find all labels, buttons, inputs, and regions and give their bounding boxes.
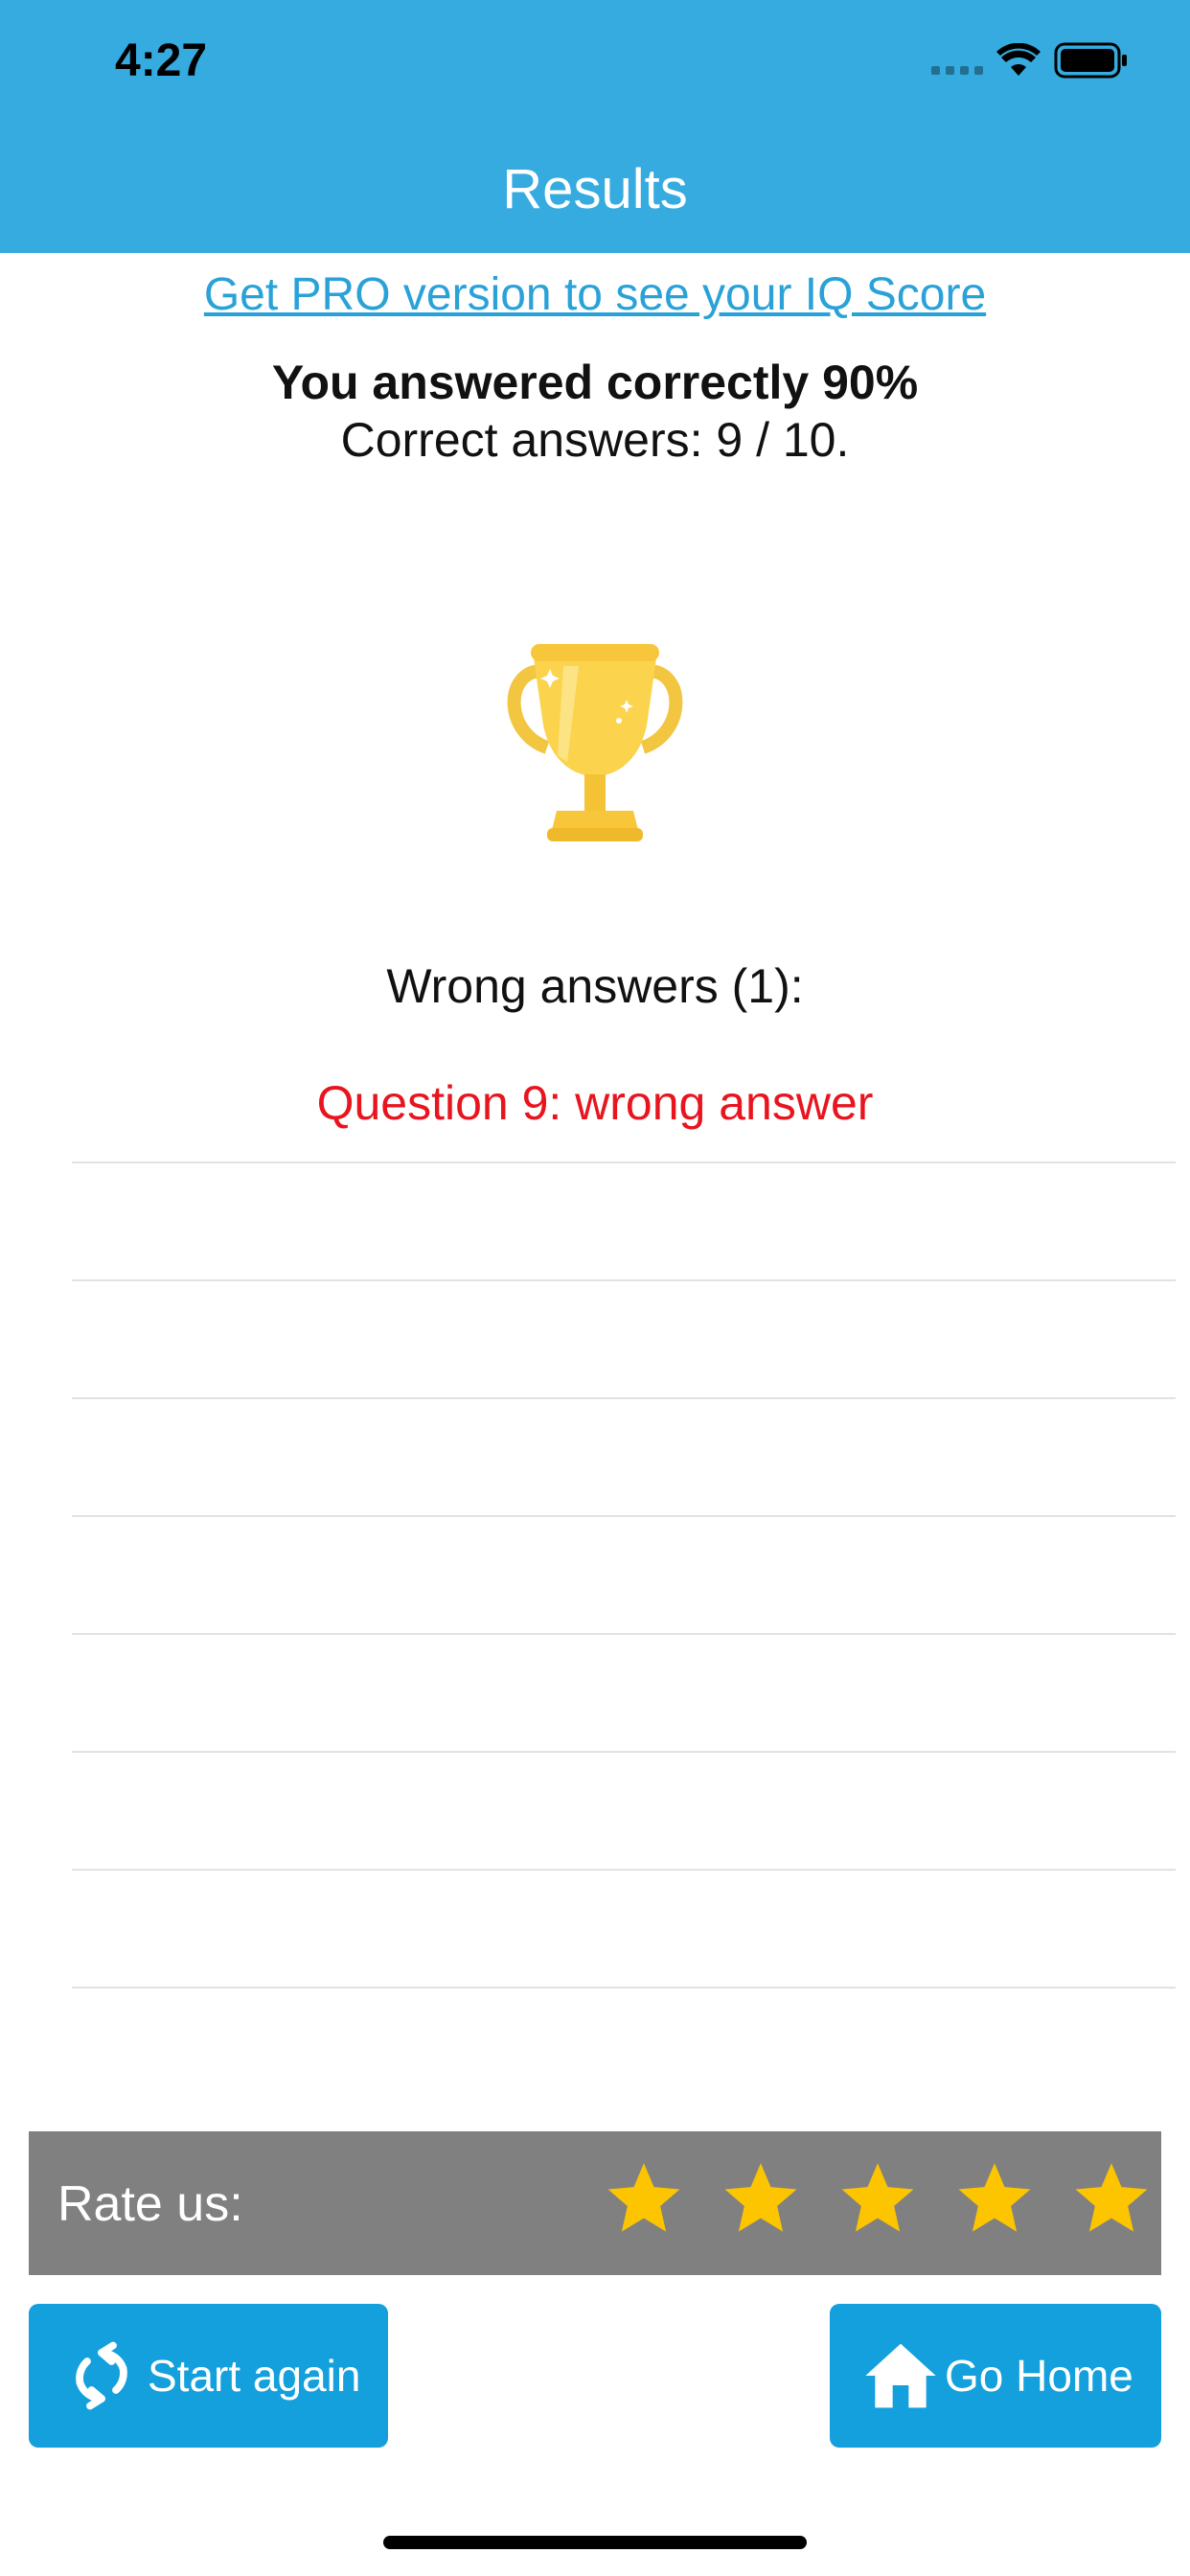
home-indicator[interactable] — [383, 2536, 807, 2549]
start-again-button[interactable]: Start again — [29, 2304, 388, 2448]
navigation-bar: 4:27 Results — [0, 0, 1190, 253]
star-icon[interactable] — [1071, 2158, 1152, 2239]
list-separator — [72, 1397, 1176, 1399]
page-title: Results — [502, 158, 688, 220]
list-separator — [72, 1869, 1176, 1871]
rating-stars — [604, 2158, 1152, 2239]
list-separator — [72, 1162, 1176, 1163]
go-home-button[interactable]: Go Home — [830, 2304, 1161, 2448]
battery-icon — [1054, 42, 1127, 79]
status-time: 4:27 — [115, 35, 208, 86]
home-icon — [865, 2343, 936, 2408]
wrong-answer-item[interactable]: Question 9: wrong answer — [0, 1075, 1190, 1131]
list-separator — [72, 1633, 1176, 1635]
rate-us-label: Rate us: — [57, 2176, 243, 2232]
refresh-icon — [76, 2341, 127, 2410]
rate-us-bar: Rate us: — [29, 2131, 1161, 2275]
status-icons — [931, 42, 1129, 79]
star-icon[interactable] — [837, 2158, 918, 2239]
correct-answers-count: Correct answers: 9 / 10. — [340, 413, 850, 467]
list-separator — [72, 1279, 1176, 1281]
get-pro-link[interactable]: Get PRO version to see your IQ Score — [0, 268, 1190, 321]
list-separator — [72, 1751, 1176, 1753]
star-icon[interactable] — [954, 2158, 1035, 2239]
trophy-icon — [507, 644, 683, 841]
list-separator — [72, 1515, 1176, 1517]
star-icon[interactable] — [721, 2158, 801, 2239]
wrong-answers-title: Wrong answers (1): — [386, 959, 804, 1013]
start-again-label: Start again — [148, 2351, 361, 2401]
score-percentage: You answered correctly 90% — [271, 356, 919, 409]
list-separator — [72, 1987, 1176, 1989]
go-home-label: Go Home — [945, 2351, 1133, 2401]
cellular-signal-icon — [931, 46, 983, 75]
wifi-icon — [996, 43, 1041, 76]
star-icon[interactable] — [604, 2158, 684, 2239]
